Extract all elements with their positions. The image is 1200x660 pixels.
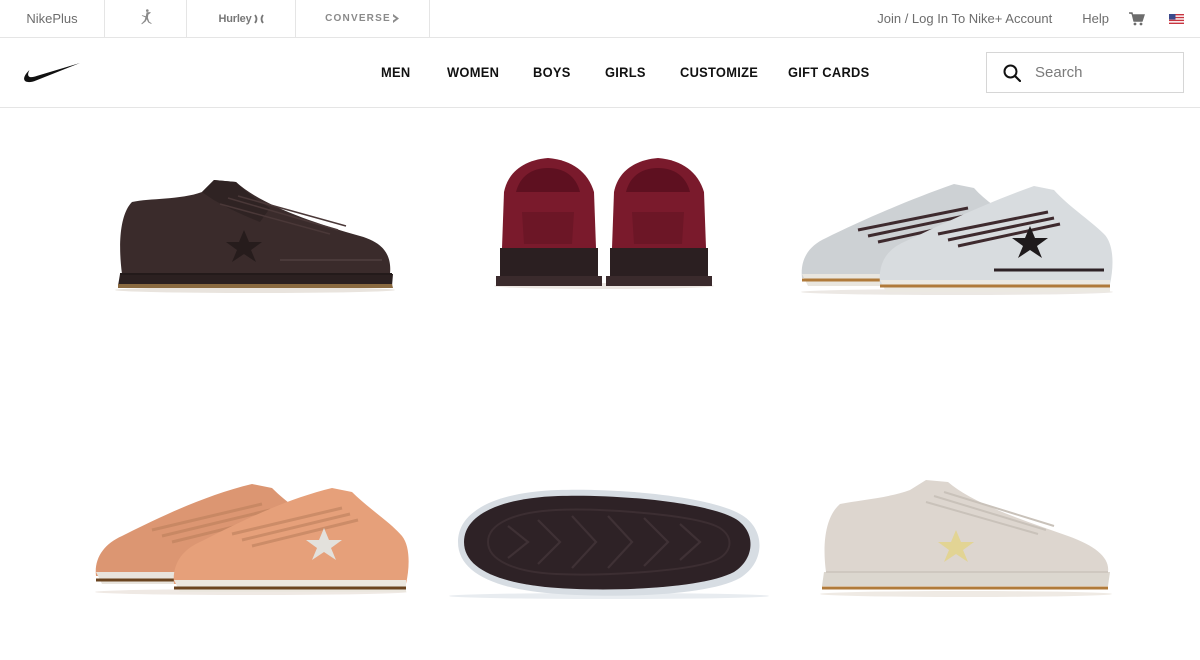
help-link[interactable]: Help <box>1082 11 1109 26</box>
top-utility-bar: NikePlus Hurley CONVERSE Join / Log In T… <box>0 0 1200 38</box>
brand-tab-nikeplus[interactable]: NikePlus <box>0 0 105 37</box>
cart-icon[interactable] <box>1129 11 1145 26</box>
brand-tab-converse[interactable]: CONVERSE <box>296 0 430 37</box>
nav-item-women[interactable]: WOMEN <box>447 64 499 80</box>
product-image-back-burgundy[interactable] <box>492 152 716 292</box>
hurley-mark-icon <box>253 13 264 24</box>
product-gallery <box>0 108 1200 660</box>
nav-item-girls[interactable]: GIRLS <box>605 64 646 80</box>
account-area: Join / Log In To Nike+ Account Help <box>877 0 1200 37</box>
brand-tab-jordan[interactable] <box>105 0 187 37</box>
search-input[interactable] <box>1035 64 1175 81</box>
product-image-sole[interactable] <box>448 486 770 602</box>
product-image-side-cream[interactable] <box>816 476 1116 600</box>
brand-tab-label: CONVERSE <box>325 13 391 24</box>
search-box[interactable] <box>986 52 1184 93</box>
converse-chevron-icon <box>392 14 400 23</box>
brand-tab-hurley[interactable]: Hurley <box>187 0 296 37</box>
nav-item-customize[interactable]: CUSTOMIZE <box>680 64 758 80</box>
account-link[interactable]: Join / Log In To Nike+ Account <box>877 11 1052 26</box>
nav-item-men[interactable]: MEN <box>381 64 410 80</box>
nav-item-boys[interactable]: BOYS <box>533 64 571 80</box>
product-image-side-dark[interactable] <box>110 174 400 298</box>
brand-tab-label: Hurley <box>218 12 252 25</box>
brand-tabs: NikePlus Hurley CONVERSE <box>0 0 430 37</box>
brand-tab-label: NikePlus <box>26 11 78 26</box>
search-icon <box>1003 64 1021 82</box>
jumpman-icon <box>139 9 153 28</box>
nav-item-gift-cards[interactable]: GIFT CARDS <box>788 64 869 80</box>
main-navigation: MEN WOMEN BOYS GIRLS CUSTOMIZE GIFT CARD… <box>0 38 1200 108</box>
product-image-pair-peach[interactable] <box>92 474 410 598</box>
us-flag-icon[interactable] <box>1169 13 1184 24</box>
product-image-pair-silver[interactable] <box>798 174 1116 298</box>
